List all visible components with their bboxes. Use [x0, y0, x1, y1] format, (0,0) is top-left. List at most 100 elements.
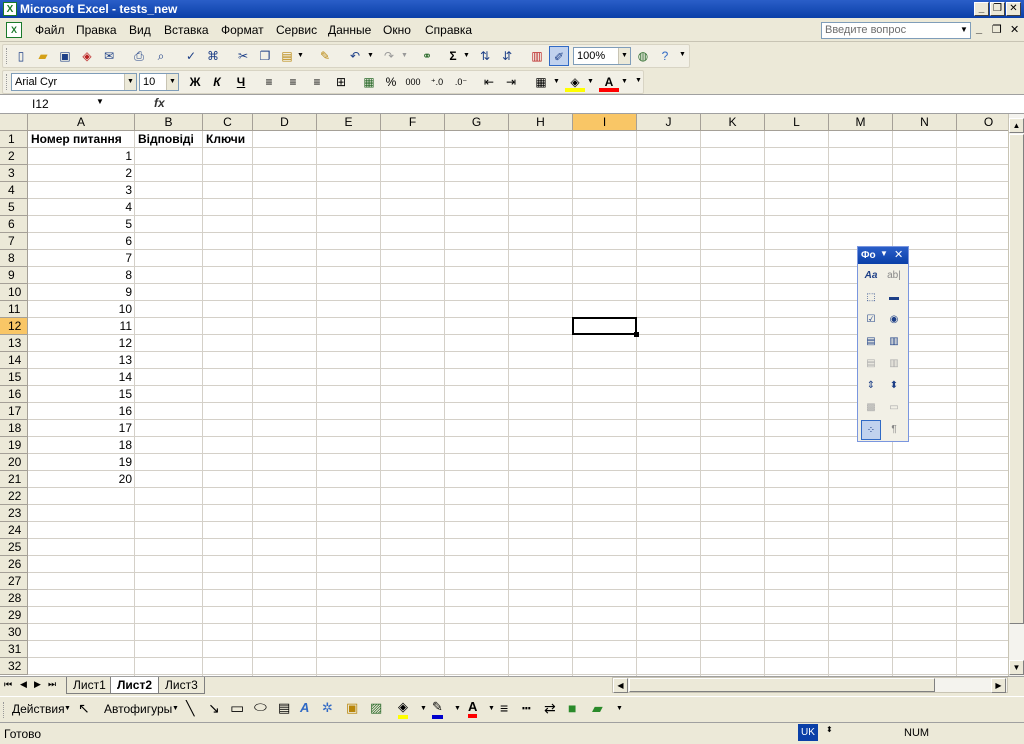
- column-header-g[interactable]: G: [445, 114, 509, 131]
- first-sheet-icon[interactable]: ⏮: [4, 679, 12, 690]
- menu-tools[interactable]: Сервис: [276, 23, 317, 37]
- autosum-icon[interactable]: Σ: [443, 46, 463, 66]
- toolbar-grip[interactable]: [6, 74, 9, 90]
- vertical-scroll-thumb[interactable]: [1009, 134, 1024, 624]
- row-header[interactable]: 17: [0, 403, 28, 420]
- print-icon[interactable]: ⎙: [129, 46, 149, 66]
- column-header-b[interactable]: B: [135, 114, 203, 131]
- cell-question-number[interactable]: 2: [28, 165, 135, 182]
- header-cell-keys[interactable]: Ключи: [203, 131, 253, 148]
- paste-icon[interactable]: ▤: [277, 46, 297, 66]
- redo-dropdown-icon[interactable]: ▼: [401, 52, 408, 59]
- draw-font-color-dropdown-icon[interactable]: ▼: [488, 705, 495, 712]
- line-color-icon[interactable]: ✎: [432, 699, 443, 719]
- column-header-n[interactable]: N: [893, 114, 957, 131]
- autosum-dropdown-icon[interactable]: ▼: [463, 52, 470, 59]
- rectangle-icon[interactable]: ▭: [230, 699, 244, 717]
- autoshapes-dropdown-icon[interactable]: ▼: [172, 705, 179, 712]
- run-dialog-icon[interactable]: ¶: [884, 420, 904, 440]
- toolbar-options-icon[interactable]: ▼: [616, 705, 623, 712]
- palette-close-icon[interactable]: ✕: [894, 248, 903, 261]
- ask-question-input[interactable]: Введите вопрос: [821, 22, 971, 39]
- spelling-icon[interactable]: ✓: [181, 46, 201, 66]
- doc-restore-icon[interactable]: ❐: [992, 23, 1002, 36]
- row-header[interactable]: 2: [0, 148, 28, 165]
- print-preview-icon[interactable]: ⌕: [151, 46, 171, 66]
- row-header[interactable]: 29: [0, 607, 28, 624]
- column-header-e[interactable]: E: [317, 114, 381, 131]
- cell-question-number[interactable]: 1: [28, 148, 135, 165]
- cell-question-number[interactable]: 5: [28, 216, 135, 233]
- row-header[interactable]: 30: [0, 624, 28, 641]
- align-right-icon[interactable]: ≡: [307, 72, 327, 92]
- font-name-dropdown-icon[interactable]: ▼: [124, 74, 136, 90]
- wordart-icon[interactable]: A: [300, 700, 309, 715]
- font-color-icon[interactable]: A: [599, 72, 619, 92]
- prev-sheet-icon[interactable]: ◀: [20, 679, 27, 690]
- row-header[interactable]: 26: [0, 556, 28, 573]
- column-header-i[interactable]: I: [573, 114, 637, 131]
- vertical-scrollbar[interactable]: ▲ ▼: [1008, 114, 1024, 676]
- arrow-icon[interactable]: ↘: [208, 700, 220, 717]
- row-header[interactable]: 10: [0, 284, 28, 301]
- fill-color-dropdown-icon[interactable]: ▼: [587, 78, 594, 85]
- control-properties-icon[interactable]: ▩: [861, 398, 881, 418]
- toolbar-grip[interactable]: [3, 702, 6, 718]
- toolbar-options-icon[interactable]: ▼: [679, 51, 686, 58]
- shadow-style-icon[interactable]: ■: [568, 700, 576, 716]
- row-header[interactable]: 27: [0, 573, 28, 590]
- font-size-dropdown-icon[interactable]: ▼: [166, 74, 178, 90]
- hyperlink-icon[interactable]: ⚭: [417, 46, 437, 66]
- cell-question-number[interactable]: 14: [28, 369, 135, 386]
- line-style-icon[interactable]: ≡: [500, 700, 508, 716]
- combo-list-edit-icon[interactable]: ▤: [861, 354, 881, 374]
- language-switch-icon[interactable]: ⬍: [826, 725, 833, 734]
- decrease-indent-icon[interactable]: ⇤: [479, 72, 499, 92]
- zoom-select[interactable]: 100% ▼: [573, 47, 631, 65]
- cell-question-number[interactable]: 6: [28, 233, 135, 250]
- horizontal-scroll-thumb[interactable]: [629, 678, 935, 692]
- language-indicator[interactable]: UK: [798, 724, 818, 741]
- horizontal-scrollbar[interactable]: ◀ ▶: [612, 677, 1008, 693]
- drawing-icon[interactable]: ✐: [549, 46, 569, 66]
- row-header[interactable]: 9: [0, 267, 28, 284]
- fill-color-icon[interactable]: ◈: [565, 72, 585, 92]
- doc-minimize-icon[interactable]: _: [976, 23, 982, 35]
- currency-icon[interactable]: ▦: [359, 72, 379, 92]
- minimize-button[interactable]: _: [974, 2, 989, 16]
- sheet-tab[interactable]: Лист3: [158, 677, 205, 694]
- row-header[interactable]: 32: [0, 658, 28, 675]
- palette-dropdown-icon[interactable]: ▼: [880, 249, 888, 258]
- toolbar-grip[interactable]: [6, 48, 9, 64]
- column-header-d[interactable]: D: [253, 114, 317, 131]
- format-painter-icon[interactable]: ✎: [315, 46, 335, 66]
- cell-question-number[interactable]: 18: [28, 437, 135, 454]
- name-box[interactable]: I12: [2, 96, 110, 112]
- clipart-icon[interactable]: ▣: [346, 700, 358, 716]
- borders-dropdown-icon[interactable]: ▼: [553, 78, 560, 85]
- column-header-c[interactable]: C: [203, 114, 253, 131]
- menu-file[interactable]: Файл: [35, 23, 65, 37]
- font-name-select[interactable]: Arial Cyr ▼: [11, 73, 137, 91]
- line-icon[interactable]: ╲: [186, 700, 194, 717]
- fill-handle[interactable]: [634, 332, 639, 337]
- menu-window[interactable]: Окно: [383, 23, 411, 37]
- cell-question-number[interactable]: 9: [28, 284, 135, 301]
- column-header-h[interactable]: H: [509, 114, 573, 131]
- decrease-decimal-icon[interactable]: .0⁻: [451, 72, 471, 92]
- close-button[interactable]: ✕: [1006, 2, 1021, 16]
- align-left-icon[interactable]: ≡: [259, 72, 279, 92]
- borders-icon[interactable]: ▦: [531, 72, 551, 92]
- insert-picture-icon[interactable]: ▨: [370, 700, 382, 716]
- column-header-f[interactable]: F: [381, 114, 445, 131]
- research-icon[interactable]: ⌘: [203, 46, 223, 66]
- row-header[interactable]: 16: [0, 386, 28, 403]
- combo-box-icon[interactable]: ▥: [884, 332, 904, 352]
- draw-font-color-icon[interactable]: A: [468, 699, 478, 718]
- globe-icon[interactable]: ◍: [633, 46, 653, 66]
- cell-question-number[interactable]: 19: [28, 454, 135, 471]
- 3d-style-icon[interactable]: ▰: [592, 700, 603, 717]
- spinner-icon[interactable]: ⬍: [884, 376, 904, 396]
- oval-icon[interactable]: ⬭: [254, 699, 267, 716]
- cell-question-number[interactable]: 17: [28, 420, 135, 437]
